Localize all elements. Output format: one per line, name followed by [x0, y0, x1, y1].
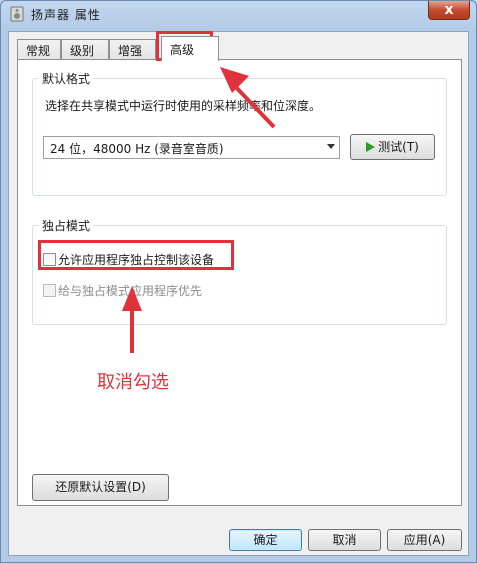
dialog-client: 常规 级别 增强 高级 默认格式 选择在共享模式中运行时使用的采样频率和位深度。… — [8, 31, 469, 556]
annotation-text: 取消勾选 — [97, 372, 169, 393]
format-select[interactable]: 24 位，48000 Hz (录音室音质) — [43, 136, 340, 159]
apply-button[interactable]: 应用(A) — [387, 529, 462, 551]
window-title: 扬声器 属性 — [31, 8, 101, 22]
title-bar: 扬声器 属性 x — [1, 1, 476, 27]
tab-advanced[interactable]: 高级 — [161, 36, 219, 61]
close-button[interactable]: x — [428, 1, 470, 20]
cancel-button[interactable]: 取消 — [308, 529, 381, 551]
exclusive-priority-label: 给与独占模式应用程序优先 — [58, 284, 203, 298]
tab-levels[interactable]: 级别 — [61, 39, 109, 60]
tab-general[interactable]: 常规 — [17, 39, 61, 60]
properties-window: 扬声器 属性 x 常规 级别 增强 高级 默认格式 选择在共享模式中运行时使用的… — [0, 0, 477, 563]
exclusive-priority-checkbox-row: 给与独占模式应用程序优先 — [43, 282, 202, 299]
exclusive-priority-checkbox — [43, 284, 56, 297]
format-select-value: 24 位，48000 Hz (录音室音质) — [50, 142, 224, 156]
default-format-group: 默认格式 选择在共享模式中运行时使用的采样频率和位深度。 24 位，48000 … — [32, 70, 447, 196]
speaker-icon — [10, 6, 24, 22]
test-button-label: 测试(T) — [378, 140, 419, 154]
restore-defaults-button[interactable]: 还原默认设置(D) — [32, 474, 169, 501]
exclusive-mode-label: 独占模式 — [39, 217, 94, 234]
test-button[interactable]: 测试(T) — [350, 134, 435, 160]
highlight-box-allow-exclusive — [38, 240, 234, 270]
default-format-description: 选择在共享模式中运行时使用的采样频率和位深度。 — [45, 99, 322, 113]
tab-enhancements[interactable]: 增强 — [109, 39, 156, 60]
advanced-tab-panel: 默认格式 选择在共享模式中运行时使用的采样频率和位深度。 24 位，48000 … — [17, 59, 462, 506]
ok-button[interactable]: 确定 — [229, 529, 302, 551]
default-format-label: 默认格式 — [39, 70, 94, 87]
play-icon — [366, 142, 376, 152]
chevron-down-icon — [327, 144, 335, 149]
